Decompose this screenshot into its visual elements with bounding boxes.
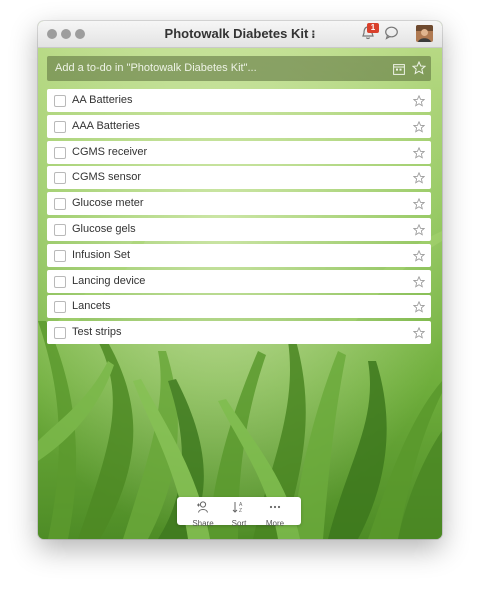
star-icon[interactable] bbox=[412, 275, 426, 293]
todo-checkbox[interactable] bbox=[54, 146, 66, 159]
todo-label[interactable]: Glucose gels bbox=[72, 223, 136, 235]
sort-label: Sort bbox=[231, 519, 247, 528]
todo-item[interactable]: Glucose meter bbox=[47, 192, 431, 216]
todo-checkbox[interactable] bbox=[54, 198, 66, 211]
star-icon[interactable] bbox=[412, 249, 426, 267]
todo-label[interactable]: Test strips bbox=[72, 326, 122, 338]
todo-label[interactable]: AA Batteries bbox=[72, 94, 133, 106]
more-label: More bbox=[265, 519, 285, 528]
todo-item[interactable]: Lancets bbox=[47, 295, 431, 319]
star-icon[interactable] bbox=[411, 60, 427, 80]
todo-item[interactable]: CGMS sensor bbox=[47, 166, 431, 190]
todo-label[interactable]: Lancets bbox=[72, 300, 111, 312]
star-icon[interactable] bbox=[412, 197, 426, 215]
todo-item[interactable]: Glucose gels bbox=[47, 217, 431, 241]
todo-label[interactable]: Glucose meter bbox=[72, 197, 144, 209]
star-icon[interactable] bbox=[412, 326, 426, 344]
todo-item[interactable]: Infusion Set bbox=[47, 243, 431, 267]
todo-item[interactable]: CGMS receiver bbox=[47, 140, 431, 164]
star-icon[interactable] bbox=[412, 223, 426, 241]
todo-item[interactable]: AAA Batteries bbox=[47, 114, 431, 138]
star-icon[interactable] bbox=[412, 146, 426, 164]
sort-button[interactable]: A Z Sort bbox=[221, 500, 257, 528]
calendar-icon[interactable] bbox=[393, 62, 405, 80]
list-title: Photowalk Diabetes Kit bbox=[164, 26, 309, 41]
todo-checkbox[interactable] bbox=[54, 301, 66, 314]
todo-label[interactable]: CGMS receiver bbox=[72, 146, 147, 158]
share-icon bbox=[196, 500, 210, 517]
todo-label[interactable]: Infusion Set bbox=[72, 249, 130, 261]
share-button[interactable]: Share bbox=[185, 500, 221, 528]
todo-label[interactable]: Lancing device bbox=[72, 275, 145, 287]
todo-label[interactable]: AAA Batteries bbox=[72, 120, 140, 132]
speech-bubble-icon[interactable] bbox=[384, 25, 399, 45]
svg-text:Z: Z bbox=[239, 508, 242, 513]
todo-list: AA Batteries AAA Batteries CGMS receiver CG… bbox=[47, 89, 431, 347]
app-window: Photowalk Diabetes Kit ⁝ 1 Add a to-do i… bbox=[38, 21, 442, 539]
more-icon bbox=[268, 500, 282, 517]
add-todo-bar[interactable]: Add a to-do in "Photowalk Diabetes Kit".… bbox=[47, 56, 431, 81]
todo-checkbox[interactable] bbox=[54, 120, 66, 133]
todo-label[interactable]: CGMS sensor bbox=[72, 171, 141, 183]
window-title[interactable]: Photowalk Diabetes Kit ⁝ bbox=[38, 26, 442, 41]
todo-checkbox[interactable] bbox=[54, 223, 66, 236]
list-menu-icon[interactable]: ⁝ bbox=[311, 29, 315, 41]
sort-icon: A Z bbox=[232, 500, 246, 517]
star-icon[interactable] bbox=[412, 300, 426, 318]
todo-item[interactable]: Lancing device bbox=[47, 269, 431, 293]
todo-checkbox[interactable] bbox=[54, 275, 66, 288]
todo-checkbox[interactable] bbox=[54, 172, 66, 185]
star-icon[interactable] bbox=[412, 94, 426, 112]
share-label: Share bbox=[192, 519, 214, 528]
star-icon[interactable] bbox=[412, 171, 426, 189]
todo-checkbox[interactable] bbox=[54, 327, 66, 340]
todo-checkbox[interactable] bbox=[54, 95, 66, 107]
todo-item[interactable]: Test strips bbox=[47, 321, 431, 345]
notification-badge: 1 bbox=[367, 23, 379, 33]
todo-item[interactable]: AA Batteries bbox=[47, 89, 431, 112]
star-icon[interactable] bbox=[412, 120, 426, 138]
user-avatar[interactable] bbox=[416, 25, 433, 42]
add-todo-input[interactable]: Add a to-do in "Photowalk Diabetes Kit".… bbox=[55, 62, 257, 74]
todo-checkbox[interactable] bbox=[54, 249, 66, 262]
more-button[interactable]: More bbox=[257, 500, 293, 528]
bottom-toolbar: Share A Z Sort More bbox=[177, 497, 301, 528]
title-bar: Photowalk Diabetes Kit ⁝ 1 bbox=[38, 21, 442, 48]
